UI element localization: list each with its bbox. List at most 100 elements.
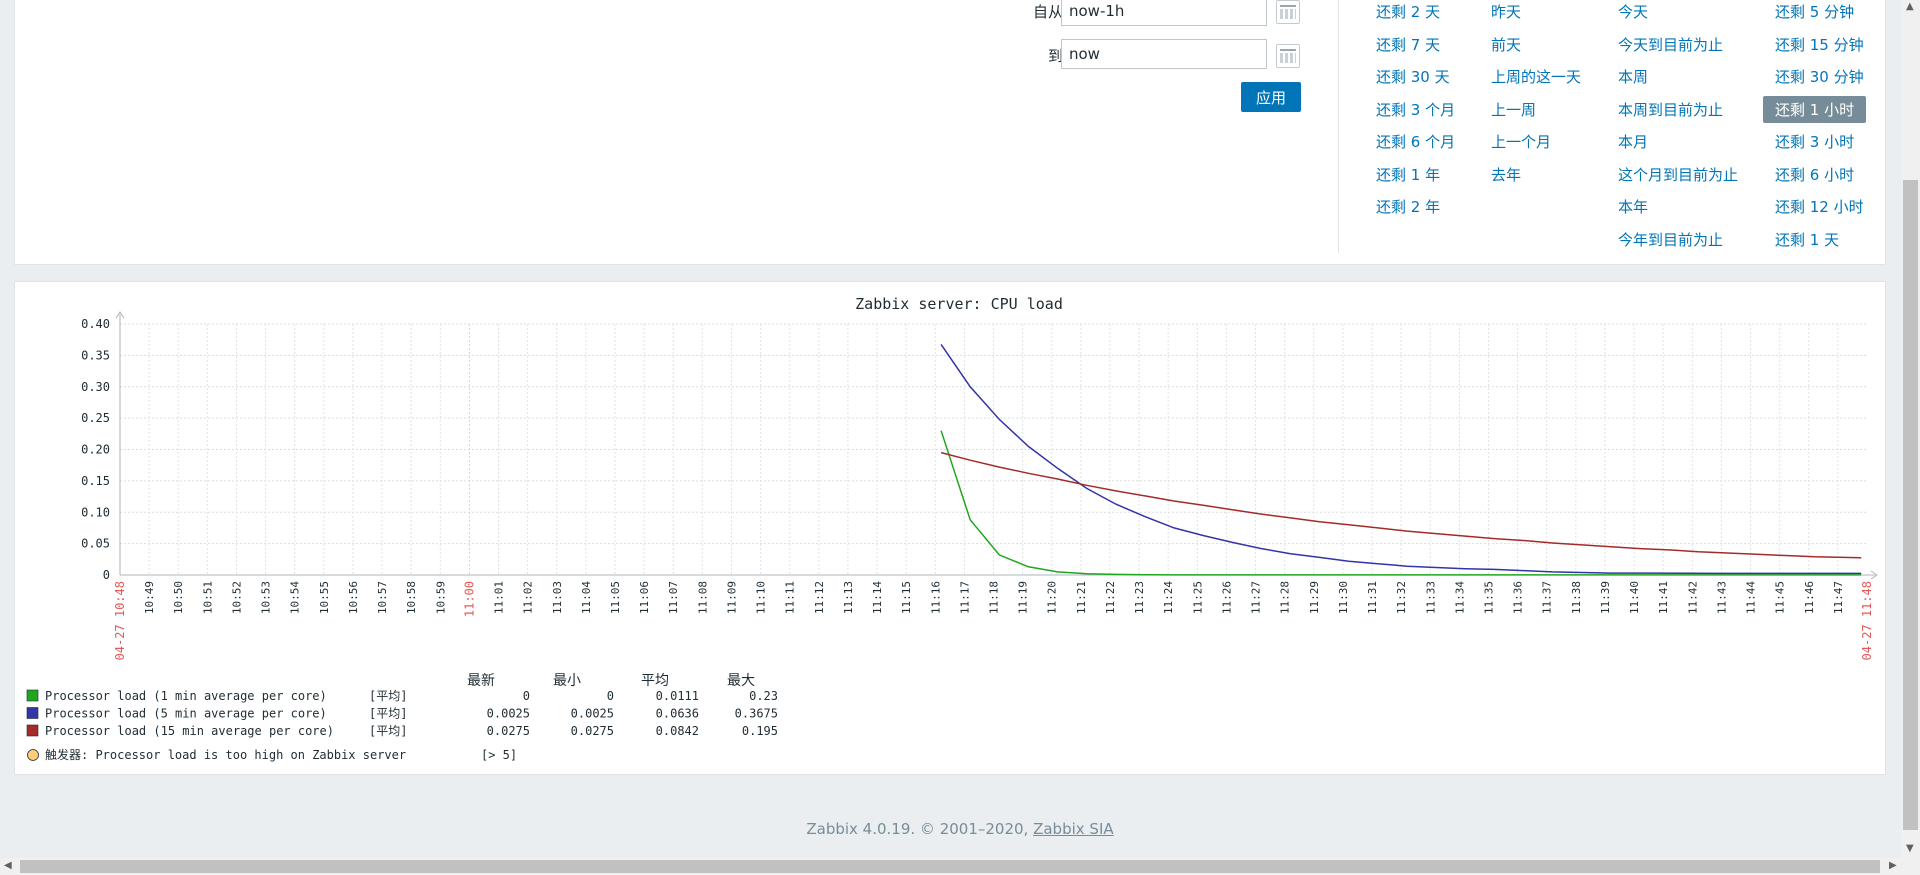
x-tick-label: 11:44 [1745,581,1758,614]
x-tick-label: 11:00 [462,581,476,617]
x-tick-label: 10:59 [434,581,447,614]
legend-value: 0.0842 [656,724,699,738]
from-input[interactable] [1061,0,1267,26]
quick-range-2-3[interactable]: 上周的这一天 [1491,66,1581,87]
legend-header: 最新 [467,673,495,689]
legend-func: [平均] [369,707,407,721]
series-line-2 [940,343,1862,575]
x-tick-label: 04-27 11:48 [1860,581,1874,660]
x-tick-label: 11:01 [493,581,506,614]
y-tick-label: 0.25 [81,411,110,425]
quick-range-3-2[interactable]: 今天到目前为止 [1618,34,1723,55]
legend-value: 0.0111 [656,689,699,703]
x-tick-label: 11:10 [755,581,768,614]
filter-divider [1338,0,1339,253]
x-tick-label: 11:03 [551,581,564,614]
footer: Zabbix 4.0.19. © 2001–2020, Zabbix SIA [0,820,1920,838]
legend-series-name: Processor load (5 min average per core) [45,707,327,721]
quick-range-2-1[interactable]: 昨天 [1491,1,1521,22]
legend-value: 0 [607,689,614,703]
quick-range-3-8[interactable]: 今年到目前为止 [1618,229,1723,250]
horizontal-scrollbar-thumb[interactable] [20,860,1880,873]
quick-range-4-4[interactable]: 还剩 1 小时 [1763,95,1867,123]
x-tick-label: 10:54 [289,581,302,614]
quick-range-1-2[interactable]: 还剩 7 天 [1376,34,1440,55]
quick-range-4-3[interactable]: 还剩 30 分钟 [1775,66,1864,87]
quick-range-4-5[interactable]: 还剩 3 小时 [1775,131,1854,152]
from-calendar-icon[interactable] [1276,0,1300,24]
x-tick-label: 11:36 [1512,581,1525,614]
y-tick-label: 0.05 [81,537,110,551]
quick-range-3-6[interactable]: 这个月到目前为止 [1618,164,1738,185]
chart-title: Zabbix server: CPU load [855,295,1063,313]
x-tick-label: 10:50 [172,581,185,614]
quick-range-2-6[interactable]: 去年 [1491,164,1521,185]
x-tick-label: 11:38 [1570,581,1583,614]
x-tick-label: 11:31 [1366,581,1379,614]
to-input[interactable] [1061,39,1267,69]
x-tick-label: 10:52 [230,581,243,614]
quick-range-1-6[interactable]: 还剩 1 年 [1376,164,1440,185]
y-tick-label: 0.10 [81,505,110,519]
quick-range-1-1[interactable]: 还剩 2 天 [1376,1,1440,22]
scroll-right-icon[interactable]: ▶ [1889,860,1897,871]
trigger-icon [27,749,39,761]
to-label: 到 [1047,47,1063,65]
quick-range-1-3[interactable]: 还剩 30 天 [1376,66,1450,87]
x-tick-label: 10:53 [260,581,273,614]
apply-button[interactable]: 应用 [1241,82,1301,112]
scroll-left-icon[interactable]: ◀ [4,860,12,871]
quick-range-2-4[interactable]: 上一周 [1491,99,1536,120]
legend-header: 最大 [727,673,755,689]
legend-value: 0.0025 [487,707,530,721]
x-tick-label: 11:18 [988,581,1001,614]
quick-range-1-7[interactable]: 还剩 2 年 [1376,196,1440,217]
x-tick-label: 10:57 [376,581,389,614]
quick-range-4-6[interactable]: 还剩 6 小时 [1775,164,1854,185]
x-tick-label: 11:06 [638,581,651,614]
x-tick-label: 11:23 [1133,581,1146,614]
quick-range-2-2[interactable]: 前天 [1491,34,1521,55]
x-tick-label: 10:58 [405,581,418,614]
footer-company-link[interactable]: Zabbix SIA [1033,820,1114,838]
quick-range-3-3[interactable]: 本周 [1618,66,1648,87]
legend-header: 平均 [641,673,669,689]
x-tick-label: 11:16 [929,581,942,614]
legend-value: 0.23 [749,689,778,703]
legend-header: 最小 [553,673,581,689]
legend-series-name: Processor load (15 min average per core) [45,724,334,738]
quick-range-2-5[interactable]: 上一个月 [1491,131,1551,152]
y-tick-label: 0 [103,568,110,582]
quick-range-1-4[interactable]: 还剩 3 个月 [1376,99,1455,120]
to-calendar-icon[interactable] [1276,44,1300,68]
cpu-load-chart: Zabbix server: CPU load 0 0.05 0.10 0.15 0.2… [26,295,1878,762]
quick-range-4-1[interactable]: 还剩 5 分钟 [1775,1,1854,22]
x-tick-label: 11:33 [1424,581,1437,614]
quick-range-3-5[interactable]: 本月 [1618,131,1648,152]
x-tick-label: 11:28 [1279,581,1292,614]
quick-range-3-7[interactable]: 本年 [1618,196,1648,217]
quick-range-1-5[interactable]: 还剩 6 个月 [1376,131,1455,152]
legend-value: 0.0636 [656,707,699,721]
x-tick-label: 11:43 [1715,581,1728,614]
x-tick-label: 11:19 [1017,581,1030,614]
x-tick-label: 11:07 [667,581,680,614]
x-tick-label: 11:14 [871,581,884,614]
quick-range-4-8[interactable]: 还剩 1 天 [1775,229,1839,250]
x-tick-label: 11:12 [813,581,826,614]
quick-range-3-1[interactable]: 今天 [1618,1,1648,22]
quick-range-4-2[interactable]: 还剩 15 分钟 [1775,34,1864,55]
x-tick-label: 11:02 [522,581,535,614]
legend-value: 0 [523,689,530,703]
x-tick-label: 11:45 [1774,581,1787,614]
x-tick-label: 11:32 [1395,581,1408,614]
x-tick-label: 11:05 [609,581,622,614]
trigger-value: [> 5] [481,748,517,762]
legend-value: 0.195 [742,724,778,738]
x-tick-label: 11:11 [784,581,797,614]
vertical-scrollbar-thumb[interactable] [1903,180,1918,830]
scroll-up-icon[interactable]: ▲ [1906,1,1914,12]
quick-range-3-4[interactable]: 本周到目前为止 [1618,99,1723,120]
scroll-down-icon[interactable]: ▼ [1906,843,1914,854]
quick-range-4-7[interactable]: 还剩 12 小时 [1775,196,1864,217]
